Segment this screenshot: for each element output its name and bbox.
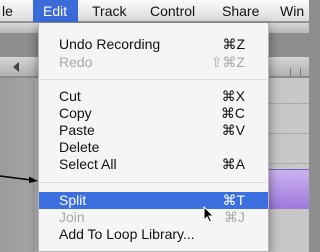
menu-file[interactable]: le	[0, 0, 33, 22]
menu-item-shortcut: ⌘C	[220, 105, 245, 121]
menu-item-label: Redo	[59, 54, 93, 70]
track-divider	[265, 163, 309, 164]
track-divider	[265, 103, 309, 104]
menu-item-split[interactable]: Split ⌘T	[39, 192, 268, 209]
menu-separator	[40, 79, 267, 80]
menu-item-copy[interactable]: Copy ⌘C	[39, 105, 268, 122]
menu-track[interactable]: Track	[92, 0, 126, 22]
menu-item-delete[interactable]: Delete	[39, 139, 268, 156]
ruler-tick	[290, 68, 291, 77]
menu-item-shortcut: ⌘A	[221, 156, 245, 172]
menu-item-paste[interactable]: Paste ⌘V	[39, 122, 268, 139]
mouse-cursor-icon	[203, 206, 215, 223]
ruler-tick	[300, 68, 301, 77]
menu-item-label: Cut	[59, 88, 81, 104]
menu-share[interactable]: Share	[222, 0, 259, 22]
edit-menu: Undo Recording ⌘Z Redo ⇧⌘Z Cut ⌘X Copy ⌘…	[38, 23, 269, 252]
menu-item-label: Split	[59, 192, 87, 208]
menu-item-join[interactable]: Join ⌘J	[39, 209, 268, 226]
menu-item-shortcut: ⌘J	[224, 209, 245, 225]
arrow-right-line-icon	[0, 175, 38, 183]
menu-item-label: Undo Recording	[59, 36, 161, 52]
menu-item-shortcut: ⌘T	[222, 192, 245, 208]
menu-item-redo[interactable]: Redo ⇧⌘Z	[39, 54, 268, 71]
menu-item-label: Paste	[59, 122, 95, 138]
audio-region[interactable]	[265, 169, 309, 209]
menu-item-shortcut: ⌘V	[221, 122, 245, 138]
menu-item-shortcut: ⌘Z	[222, 36, 245, 52]
track-divider	[265, 133, 309, 134]
scroll-left-icon[interactable]	[13, 62, 19, 72]
menu-edit[interactable]: Edit	[33, 0, 78, 22]
menu-item-shortcut: ⌘X	[221, 88, 245, 104]
menu-item-label: Add To Loop Library...	[59, 226, 195, 242]
menu-item-shortcut: ⇧⌘Z	[210, 54, 245, 70]
menu-separator	[40, 182, 267, 183]
menu-item-undo-recording[interactable]: Undo Recording ⌘Z	[39, 36, 268, 53]
menu-item-label: Join	[59, 209, 85, 225]
menu-item-select-all[interactable]: Select All ⌘A	[39, 156, 268, 173]
menu-item-label: Delete	[59, 139, 100, 155]
menu-bar: le Edit Track Control Share Win	[0, 0, 309, 22]
menu-item-add-to-loop-library[interactable]: Add To Loop Library...	[39, 226, 268, 243]
menu-item-label: Copy	[59, 105, 92, 121]
menu-control[interactable]: Control	[150, 0, 195, 22]
menu-item-cut[interactable]: Cut ⌘X	[39, 88, 268, 105]
menu-window[interactable]: Win	[280, 0, 309, 22]
menu-item-label: Select All	[59, 156, 117, 172]
